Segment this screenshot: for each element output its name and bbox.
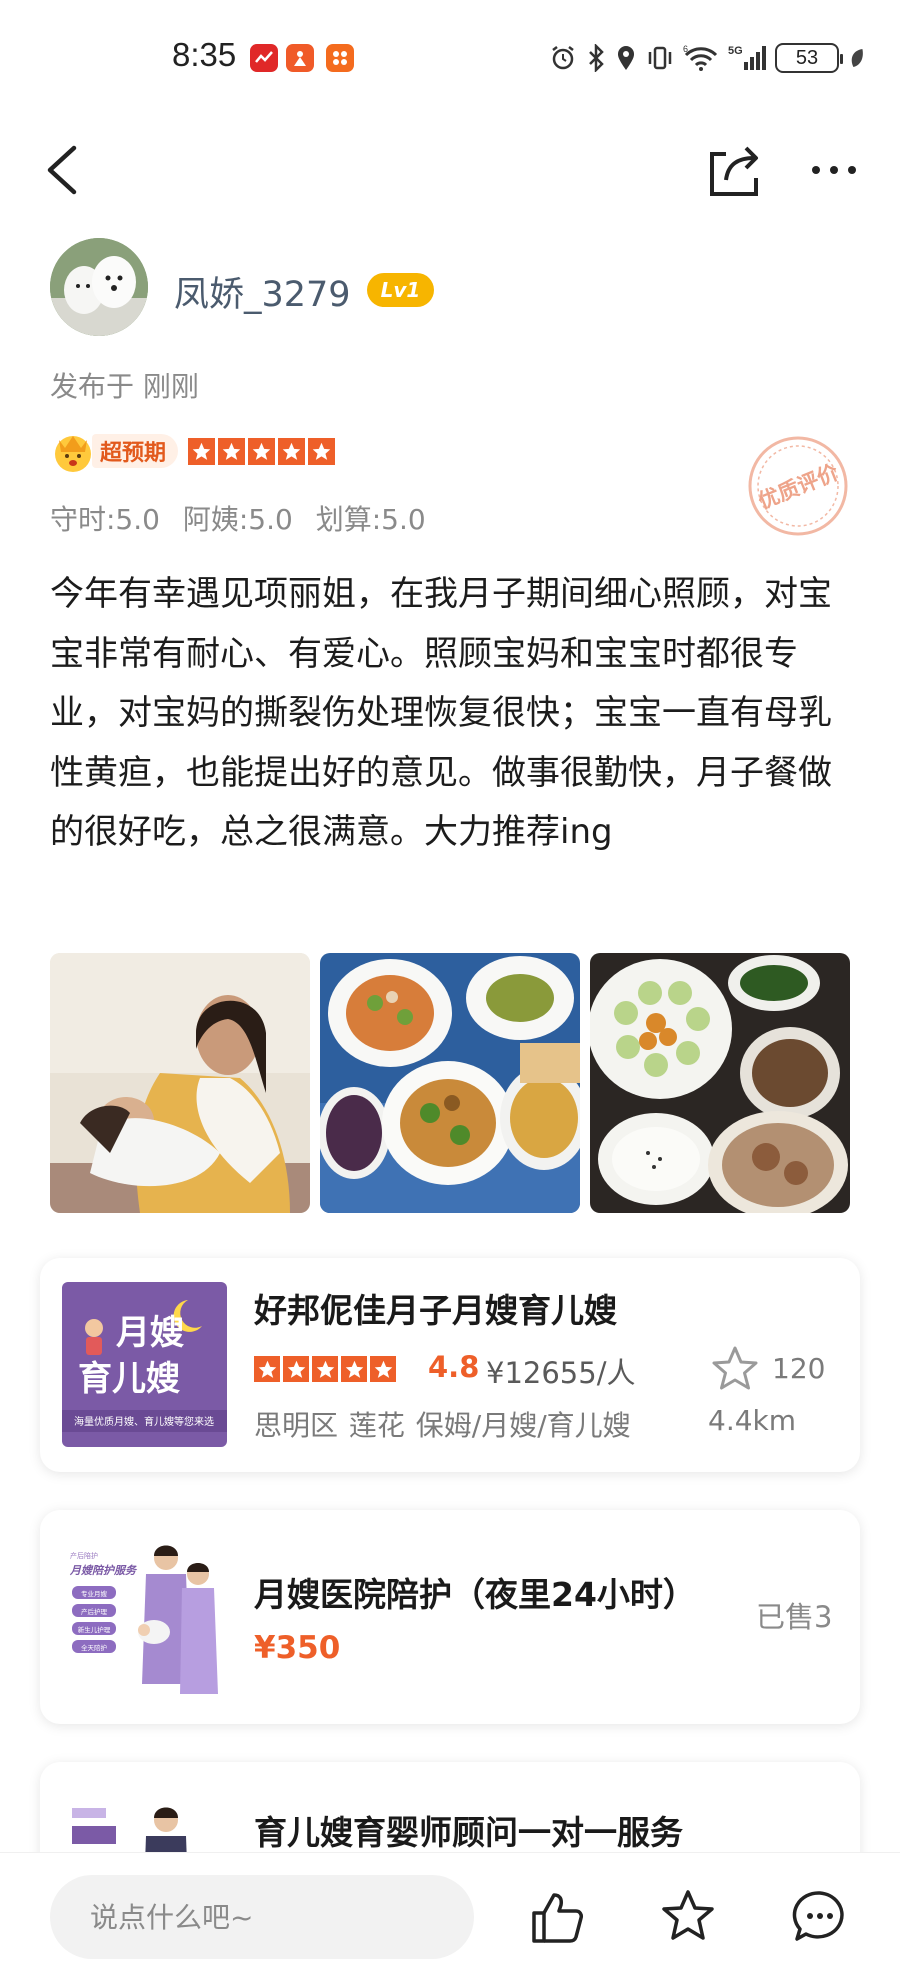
thumb-line1: 月嫂 xyxy=(116,1313,184,1353)
review-photo[interactable] xyxy=(50,953,310,1213)
service-title: 育儿嫂育婴师顾问一对一服务 xyxy=(254,1813,683,1852)
rating-row: 超预期 xyxy=(50,428,336,474)
bottom-bar xyxy=(0,1852,900,1980)
star-icon xyxy=(312,1356,338,1382)
thumb-line2: 育儿嫂 xyxy=(78,1359,180,1399)
like-icon[interactable] xyxy=(526,1887,586,1947)
over-expect-badge: 超预期 xyxy=(92,434,179,468)
level-badge: Lv1 xyxy=(367,273,434,307)
battery-indicator: 53 xyxy=(775,43,843,73)
more-icon xyxy=(812,166,856,174)
status-bar: 8:35 6 5G 53 xyxy=(0,0,900,118)
notification-app-icon xyxy=(286,44,314,72)
star-outline-icon[interactable] xyxy=(710,1344,760,1394)
shop-distance: 4.4km xyxy=(708,1404,797,1437)
shop-title: 好邦伲佳月子月嫂育儿嫂 xyxy=(254,1291,617,1330)
back-icon xyxy=(47,145,77,195)
back-button[interactable] xyxy=(40,138,90,202)
bluetooth-icon xyxy=(589,44,604,72)
star-icon xyxy=(370,1356,396,1382)
thumb-footer: 海量优质月嫂、育儿嫂等您来选 xyxy=(74,1415,214,1428)
thumb-item: 专业月嫂 xyxy=(81,1589,108,1598)
shop-rating: 4.8 xyxy=(428,1350,480,1384)
thumb-title: 月嫂陪护服务 xyxy=(69,1564,138,1577)
favorite-icon[interactable] xyxy=(658,1887,718,1947)
avatar[interactable] xyxy=(50,238,148,336)
status-icons: 6 5G 53 xyxy=(549,40,866,76)
wifi-icon: 6 xyxy=(683,44,718,71)
favorite-count: 120 xyxy=(772,1352,826,1385)
status-time: 8:35 xyxy=(172,36,237,73)
alarm-icon xyxy=(552,46,574,70)
service-thumbnail: 产后陪护 月嫂陪护服务 专业月嫂 产后护理 新生儿护理 全天陪护 xyxy=(62,1534,227,1699)
nav-bar xyxy=(0,120,900,220)
publish-time: 发布于 刚刚 xyxy=(50,370,199,403)
username[interactable]: 凤娇_3279 xyxy=(174,266,351,317)
review-photo[interactable] xyxy=(590,953,850,1213)
notification-app-icon xyxy=(326,44,354,72)
shop-stars xyxy=(254,1356,396,1382)
shop-thumbnail: 月嫂 育儿嫂 海量优质月嫂、育儿嫂等您来选 xyxy=(62,1282,227,1447)
signal-icon: 5G xyxy=(728,45,766,70)
star-icon xyxy=(248,437,276,465)
star-icon xyxy=(283,1356,309,1382)
star-icon xyxy=(341,1356,367,1382)
share-icon xyxy=(710,146,758,196)
comment-input[interactable] xyxy=(50,1875,474,1959)
star-icon xyxy=(254,1356,280,1382)
leaf-icon xyxy=(851,49,863,67)
service-card[interactable]: 产后陪护 月嫂陪护服务 专业月嫂 产后护理 新生儿护理 全天陪护 月嫂医院陪护（… xyxy=(40,1510,860,1724)
location-icon xyxy=(618,46,634,70)
comment-icon[interactable] xyxy=(790,1887,850,1947)
thumb-item: 新生儿护理 xyxy=(78,1625,111,1634)
score-breakdown: 守时:5.0 阿姨:5.0 划算:5.0 xyxy=(50,503,426,536)
quality-review-stamp: 优质评价 xyxy=(748,436,848,536)
shop-card[interactable]: 月嫂 育儿嫂 海量优质月嫂、育儿嫂等您来选 好邦伲佳月子月嫂育儿嫂 4.8 ¥1… xyxy=(40,1258,860,1472)
vibrate-icon xyxy=(648,46,672,70)
more-button[interactable] xyxy=(804,138,864,202)
star-icon xyxy=(218,437,246,465)
star-icon xyxy=(308,437,336,465)
shop-price: ¥12655/人 xyxy=(486,1356,636,1390)
notification-app-icon xyxy=(250,44,278,72)
thumb-item: 产后护理 xyxy=(81,1607,108,1616)
svg-text:产后陪护: 产后陪护 xyxy=(70,1551,98,1560)
stamp-label: 优质评价 xyxy=(755,460,843,514)
review-text: 今年有幸遇见项丽姐，在我月子期间细心照顾，对宝宝非常有耐心、有爱心。照顾宝妈和宝… xyxy=(50,574,832,852)
crown-icon xyxy=(55,436,91,472)
shop-meta: 思明区 莲花 保姆/月嫂/育儿嫂 xyxy=(254,1409,631,1442)
review-stars xyxy=(188,437,336,465)
service-title: 月嫂医院陪护（夜里24小时） xyxy=(254,1575,696,1614)
star-icon xyxy=(278,437,306,465)
network-label: 5G xyxy=(728,45,743,57)
service-price: ¥350 xyxy=(254,1630,341,1666)
share-button[interactable] xyxy=(706,138,766,202)
thumb-item: 全天陪护 xyxy=(81,1643,107,1652)
sold-count: 已售3 xyxy=(756,1600,833,1634)
star-icon xyxy=(188,437,216,465)
review-photo[interactable] xyxy=(320,953,580,1213)
svg-text:6: 6 xyxy=(683,44,688,54)
